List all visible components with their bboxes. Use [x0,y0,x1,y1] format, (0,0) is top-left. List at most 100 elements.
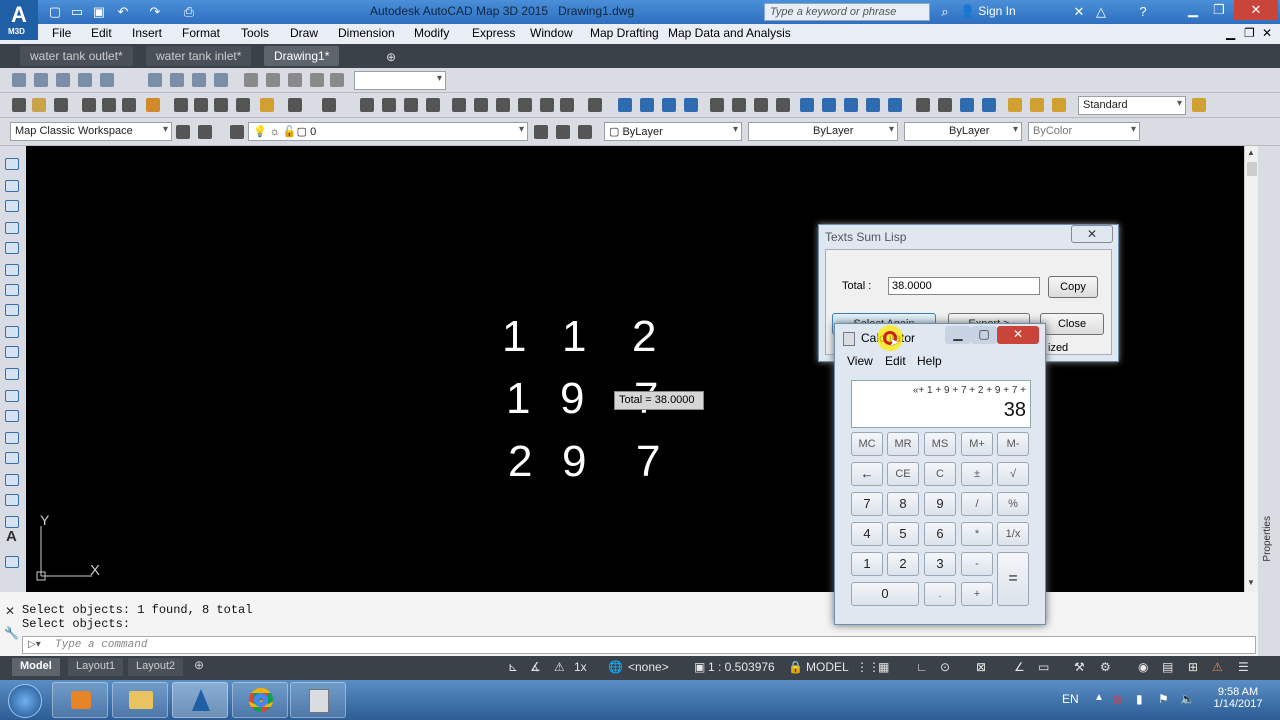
annotation-scale-icon[interactable]: ⚠ [554,660,565,674]
ortho-icon[interactable]: ∟ [916,660,928,674]
key-reciprocal[interactable]: 1/x [997,522,1029,546]
plot-icon[interactable] [82,98,96,112]
key-plus[interactable]: + [961,582,993,606]
model-space-toggle[interactable]: MODEL [806,660,849,674]
ordinate-dim-icon[interactable] [684,98,698,112]
new-file-icon[interactable]: ▢ [44,3,66,21]
annotation-scale-value[interactable]: 1 : 0.503976 [708,660,775,674]
key-ms[interactable]: MS [924,432,956,456]
radius-dim-icon[interactable] [710,98,724,112]
zoom-previous-icon[interactable] [426,98,440,112]
ellipse-arc-icon[interactable] [5,368,19,380]
continue-dim-icon[interactable] [844,98,858,112]
hardware-acceleration-icon[interactable]: ▤ [1162,660,1173,674]
polygon-icon[interactable] [5,222,19,234]
redo-icon[interactable]: ↷ [144,3,166,21]
key-5[interactable]: 5 [887,522,919,546]
key-plusminus[interactable]: ± [961,462,993,486]
file-explorer-icon[interactable] [112,682,168,718]
map-tool-icon[interactable] [12,73,26,87]
calc-close-button[interactable]: ✕ [997,326,1039,344]
color-dropdown[interactable]: ▢ ByLayer [604,122,742,141]
map-tool-icon[interactable] [56,73,70,87]
sheet-set-icon[interactable] [518,98,532,112]
viewport-scale-icon[interactable]: ▣ [694,660,705,674]
canvas-text[interactable]: 9 [562,437,586,487]
properties-panel-tab[interactable]: Properties [1258,146,1280,656]
key-minus[interactable]: - [961,552,993,576]
mtext-icon[interactable]: A [6,528,17,545]
menu-draw[interactable]: Draw [290,26,318,40]
point-icon[interactable] [5,432,19,444]
scroll-thumb[interactable] [1247,162,1257,176]
total-field[interactable]: 38.0000 [888,277,1040,295]
linear-dim-icon[interactable] [618,98,632,112]
key-3[interactable]: 3 [924,552,956,576]
zoom-realtime-icon[interactable] [382,98,396,112]
help-search-input[interactable]: Type a keyword or phrase [764,3,930,21]
baseline-dim-icon[interactable] [822,98,836,112]
dim-text-edit-icon[interactable] [1030,98,1044,112]
canvas-text[interactable]: 1 [502,312,526,362]
globe-icon[interactable]: 🌐 [608,660,623,674]
layer-previous-icon[interactable] [556,125,570,139]
circle-icon[interactable] [5,284,19,296]
menu-map-drafting[interactable]: Map Drafting [590,26,659,40]
lock-icon[interactable]: 🔒 [788,660,803,674]
calc-menu-view[interactable]: View [847,354,873,368]
annotation-visibility-icon[interactable]: ∡ [530,660,541,674]
close-command-icon[interactable]: ✕ [5,604,15,618]
canvas-text[interactable]: 1 [506,374,530,424]
paste-icon[interactable] [214,98,228,112]
undo-icon[interactable] [288,98,302,112]
insert-block-icon[interactable] [5,390,19,402]
application-menu-button[interactable]: A M3D [0,0,38,40]
plotstyle-dropdown[interactable]: ByColor [1028,122,1140,141]
copy-button[interactable]: Copy [1048,276,1098,298]
osnap-icon[interactable]: ⊠ [976,660,986,674]
tab-water-tank-inlet[interactable]: water tank inlet* [146,46,252,66]
help-icon[interactable] [588,98,602,112]
key-divide[interactable]: / [961,492,993,516]
tolerance-icon[interactable] [916,98,930,112]
map-dropdown[interactable] [354,71,446,90]
key-backspace[interactable]: ← [851,462,883,486]
polyline-icon[interactable] [5,200,19,212]
undo-icon[interactable]: ↶ [112,3,134,21]
open-file-icon[interactable]: ▭ [66,3,88,21]
canvas-text[interactable]: 7 [636,437,660,487]
dialog-close-icon[interactable]: ✕ [1071,225,1113,243]
map-tool-icon[interactable] [192,73,206,87]
make-block-icon[interactable] [5,410,19,422]
match-properties-icon[interactable] [236,98,250,112]
menu-window[interactable]: Window [530,26,573,40]
drawing-canvas[interactable]: 1 1 2 1 9 7 2 9 7 Y X [26,146,1244,592]
menu-insert[interactable]: Insert [132,26,162,40]
key-6[interactable]: 6 [924,522,956,546]
save-icon[interactable]: ▣ [88,3,110,21]
lineweight-icon[interactable]: ▭ [1038,660,1049,674]
map-tool-icon[interactable] [288,73,302,87]
diameter-dim-icon[interactable] [754,98,768,112]
map-tool-icon[interactable] [310,73,324,87]
arc-icon[interactable] [5,264,19,276]
gradient-icon[interactable] [5,474,19,486]
layer-dropdown[interactable]: 💡 ☼ 🔓▢ 0 [248,122,528,141]
tab-drawing1[interactable]: Drawing1* [264,46,340,66]
key-9[interactable]: 9 [924,492,956,516]
key-7[interactable]: 7 [851,492,883,516]
copy-icon[interactable] [194,98,208,112]
menu-close-icon[interactable]: ✕ [1262,26,1272,40]
grid-display-icon[interactable]: ⋮⋮ [856,660,880,674]
key-8[interactable]: 8 [887,492,919,516]
spline-icon[interactable] [5,326,19,338]
polar-icon[interactable]: ⊙ [940,660,950,674]
workspace-icon[interactable] [198,125,212,139]
calc-menu-edit[interactable]: Edit [885,354,906,368]
key-mc[interactable]: MC [851,432,883,456]
cut-icon[interactable] [174,98,188,112]
construction-line-icon[interactable] [5,180,19,192]
calculator-taskbar-icon[interactable] [290,682,346,718]
otrack-icon[interactable]: ∠ [1014,660,1025,674]
sign-in-button[interactable]: 👤 Sign In [960,4,1016,18]
